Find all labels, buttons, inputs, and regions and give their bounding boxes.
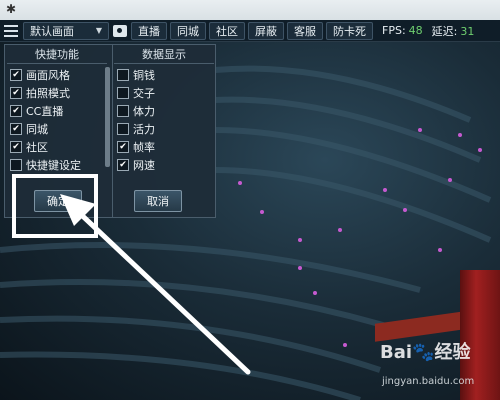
watermark-brand: Bai🐾经验 [380, 342, 471, 363]
watermark-url: jingyan.baidu.com [382, 376, 475, 387]
